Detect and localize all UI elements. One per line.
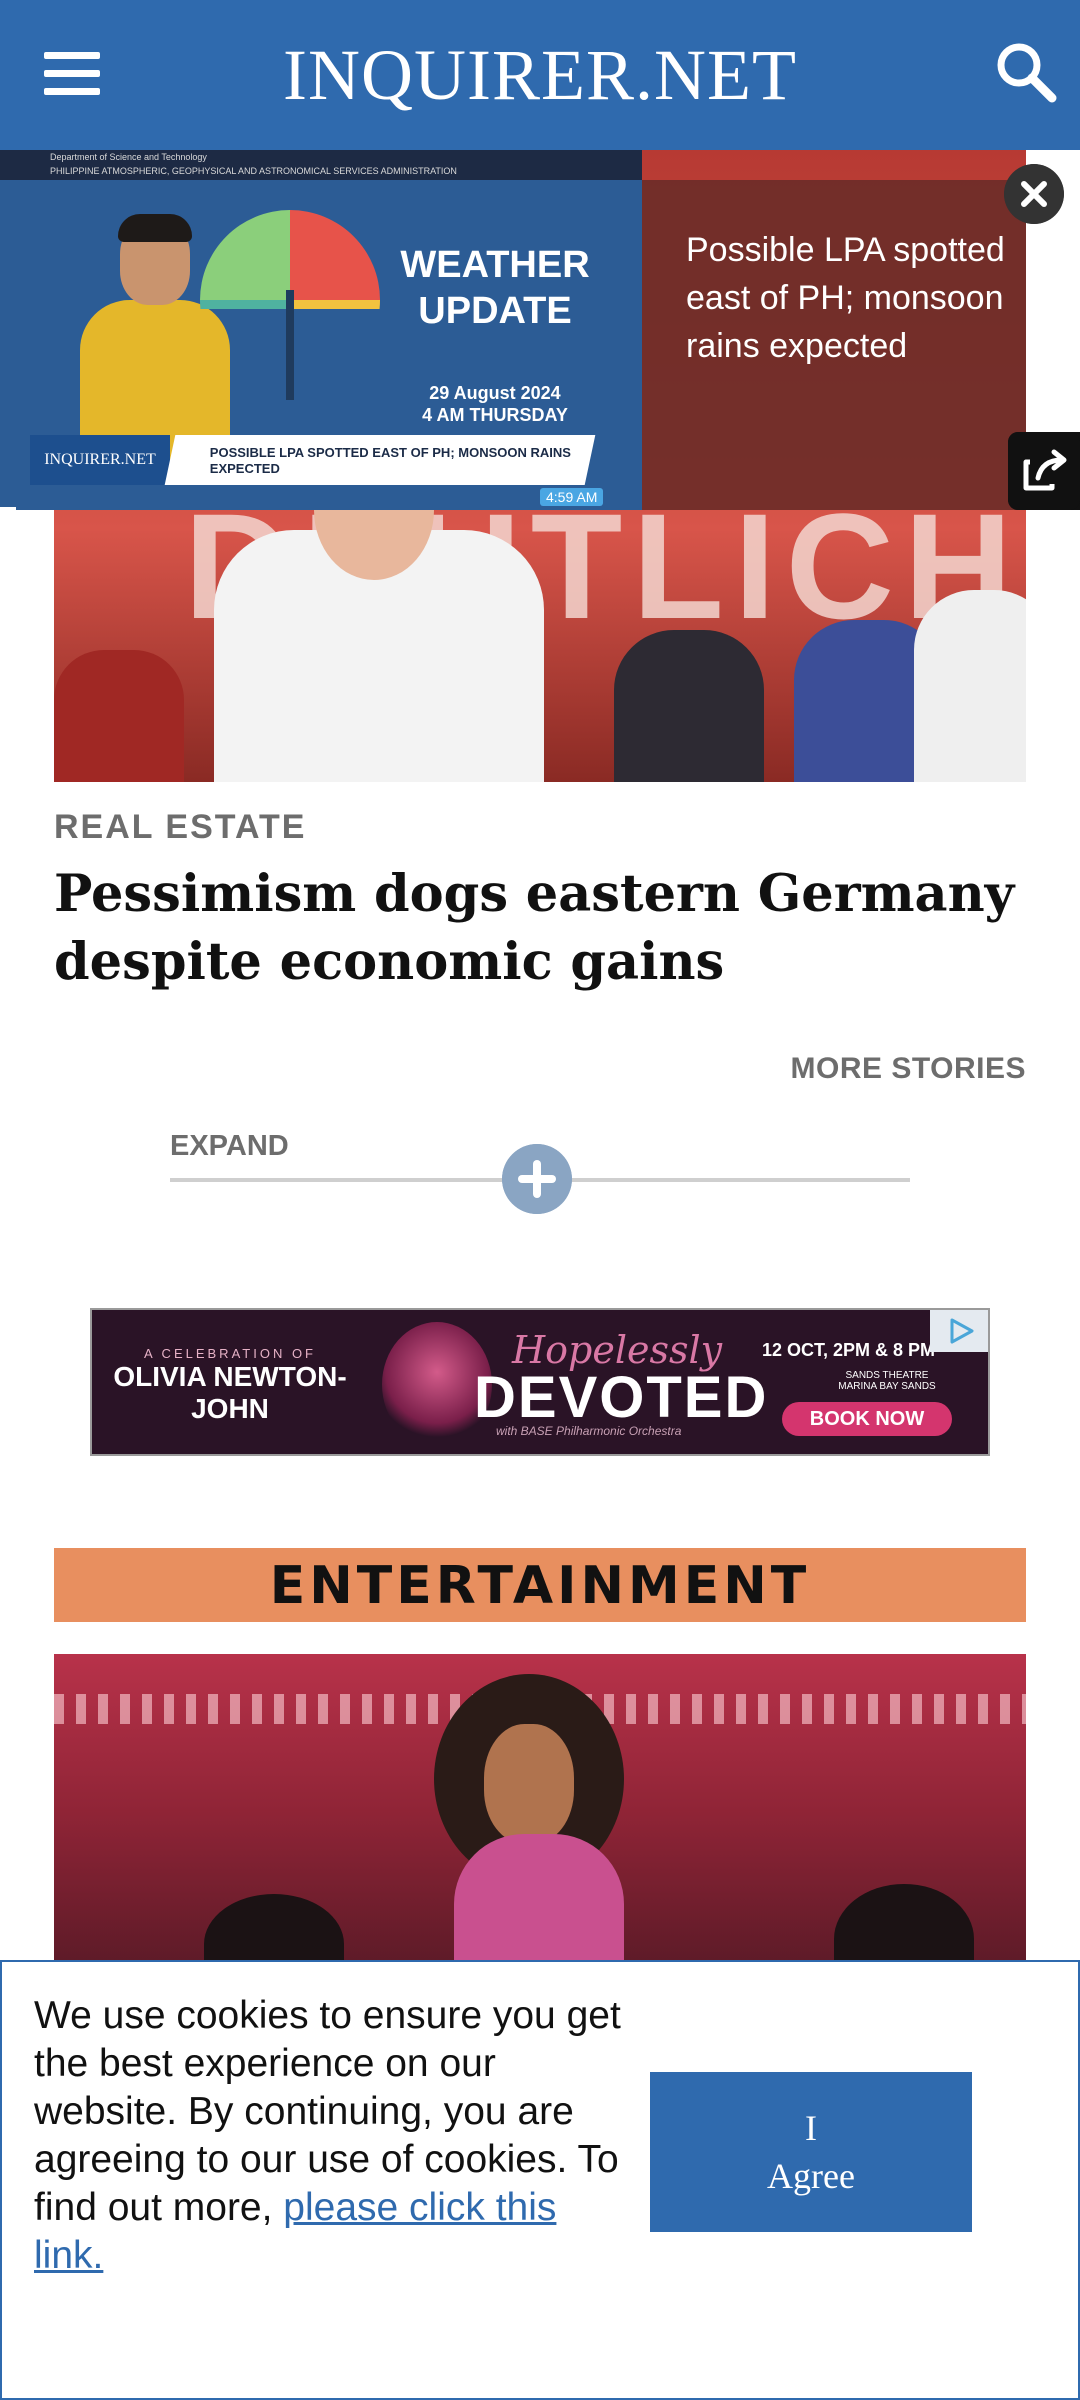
adchoices-icon[interactable] <box>930 1310 988 1352</box>
article-category[interactable]: REAL ESTATE <box>54 808 306 847</box>
search-icon[interactable] <box>994 40 1058 104</box>
site-logo[interactable]: INQUIRER.NET <box>0 32 1080 118</box>
floating-video-player[interactable]: Department of Science and Technology PHI… <box>0 150 1080 510</box>
agency-bar: Department of Science and Technology PHI… <box>0 150 642 180</box>
close-icon[interactable] <box>1004 164 1064 224</box>
crowd-figure <box>914 590 1026 782</box>
advertisement-banner[interactable]: A CELEBRATION OF OLIVIA NEWTON-JOHN Hope… <box>90 1308 990 1456</box>
lower-third-brand: INQUIRER.NET <box>30 435 170 485</box>
section-header-entertainment[interactable]: ENTERTAINMENT <box>54 1548 1026 1622</box>
weather-date-line: 29 August 2024 <box>429 383 561 403</box>
external-link-icon[interactable] <box>1008 432 1080 510</box>
entertainment-hero-image[interactable] <box>54 1654 1026 1974</box>
plus-icon[interactable] <box>502 1144 572 1214</box>
expand-label: EXPAND <box>170 1130 289 1162</box>
umbrella-stick <box>286 290 294 400</box>
lower-third-headline: POSSIBLE LPA SPOTTED EAST OF PH; MONSOON… <box>164 435 596 485</box>
agree-button-label: I Agree <box>767 2108 855 2196</box>
video-caption-panel[interactable]: Possible LPA spotted east of PH; monsoon… <box>642 180 1026 510</box>
video-progress-bar <box>0 507 16 510</box>
cookie-consent-banner: We use cookies to ensure you get the bes… <box>0 1960 1080 2400</box>
ad-venue: SANDS THEATRE MARINA BAY SANDS <box>838 1370 936 1392</box>
weather-update-title: WEATHER UPDATE <box>400 244 590 332</box>
agency-line-2: PHILIPPINE ATMOSPHERIC, GEOPHYSICAL AND … <box>50 166 457 176</box>
article-headline[interactable]: Pessimism dogs eastern Germany despite e… <box>54 860 1034 996</box>
video-timestamp: 4:59 AM <box>540 488 604 506</box>
ad-small-line: A CELEBRATION OF <box>143 1346 316 1361</box>
ad-left-text: A CELEBRATION OF OLIVIA NEWTON-JOHN <box>110 1346 350 1425</box>
agree-button[interactable]: I Agree <box>650 2072 972 2232</box>
lower-third: INQUIRER.NET POSSIBLE LPA SPOTTED EAST O… <box>30 435 600 485</box>
expand-control[interactable]: EXPAND <box>170 1130 910 1214</box>
more-stories-link[interactable]: MORE STORIES <box>791 1052 1026 1086</box>
crowd-figure <box>54 650 184 782</box>
site-header: INQUIRER.NET <box>0 0 1080 150</box>
ad-subtitle: with BASE Philharmonic Orchestra <box>496 1424 682 1438</box>
performer-face <box>484 1724 574 1844</box>
weather-time-line: 4 AM THURSDAY <box>422 405 568 425</box>
weather-date: 29 August 2024 4 AM THURSDAY <box>370 382 620 426</box>
video-thumbnail[interactable]: Department of Science and Technology PHI… <box>0 150 642 510</box>
ad-title: DEVOTED <box>474 1365 769 1430</box>
ad-name: OLIVIA NEWTON-JOHN <box>113 1361 347 1424</box>
agency-line-1: Department of Science and Technology <box>50 152 207 162</box>
ad-date: 12 OCT, 2PM & 8 PM <box>762 1340 936 1360</box>
lower-third-text: POSSIBLE LPA SPOTTED EAST OF PH; MONSOON… <box>209 445 571 476</box>
performer-body <box>454 1834 624 1974</box>
video-title[interactable]: Possible LPA spotted east of PH; monsoon… <box>686 226 1016 370</box>
ad-book-now-button[interactable]: BOOK NOW <box>782 1402 952 1436</box>
crowd-figure <box>614 630 764 782</box>
cookie-message: We use cookies to ensure you get the bes… <box>34 1992 634 2280</box>
